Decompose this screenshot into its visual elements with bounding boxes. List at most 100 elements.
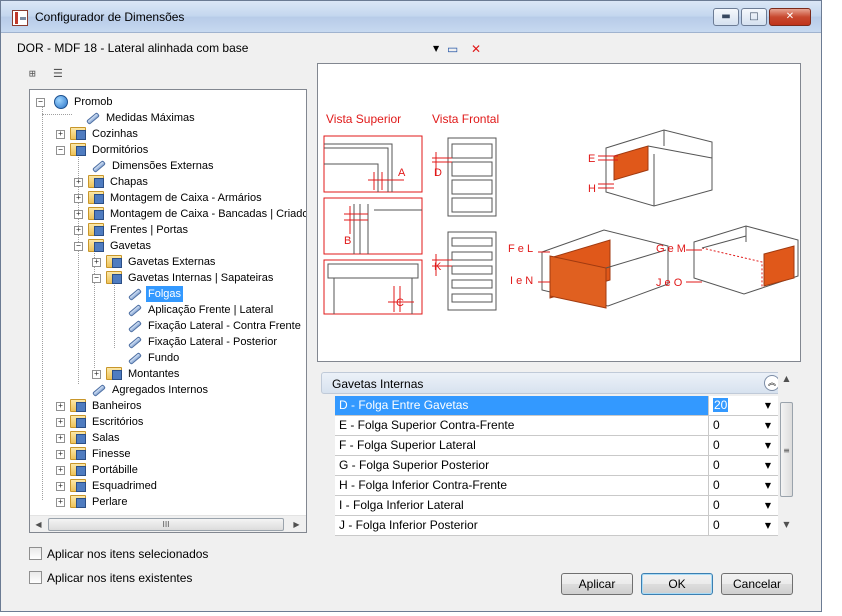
property-vertical-scrollbar[interactable]: ▲ ≡ ▼ — [778, 370, 795, 533]
dropdown-arrow-icon[interactable]: ▼ — [759, 416, 777, 435]
svg-text:J e O: J e O — [656, 277, 683, 289]
expand-icon[interactable]: + — [56, 466, 65, 475]
scroll-left-icon[interactable]: ◀ — [30, 518, 47, 531]
maximize-button[interactable]: □ — [741, 8, 767, 26]
property-value[interactable]: 0 — [711, 436, 757, 455]
folder-icon — [70, 127, 86, 140]
app-icon — [12, 10, 28, 26]
collapse-icon[interactable]: − — [56, 146, 65, 155]
expand-icon[interactable]: + — [74, 178, 83, 187]
clearance-diagram-svg: Vista Superior Vista Frontal A B C D K E… — [323, 112, 799, 315]
pencil-icon — [92, 160, 106, 173]
vista-frontal-title: Vista Frontal — [432, 112, 499, 126]
dropdown-arrow-icon[interactable]: ▼ — [759, 476, 777, 495]
expand-icon[interactable]: + — [92, 370, 101, 379]
scroll-up-icon[interactable]: ▲ — [780, 374, 793, 383]
globe-icon — [54, 95, 68, 109]
pencil-icon — [128, 320, 142, 333]
apply-selected-label: Aplicar nos itens selecionados — [47, 547, 209, 561]
profile-bar: DOR - MDF 18 - Lateral alinhada com base… — [1, 34, 821, 60]
tree-expand-icon[interactable]: ⊞ — [29, 67, 36, 80]
expand-icon[interactable]: + — [56, 402, 65, 411]
delete-profile-icon[interactable]: ✕ — [471, 42, 481, 56]
expand-icon[interactable]: + — [74, 226, 83, 235]
property-value[interactable]: 0 — [711, 476, 757, 495]
property-value[interactable]: 0 — [711, 416, 757, 435]
property-value[interactable]: 0 — [711, 516, 757, 535]
collapse-icon[interactable]: − — [74, 242, 83, 251]
window-title: Configurador de Dimensões — [35, 10, 185, 24]
svg-text:A: A — [398, 167, 406, 179]
dropdown-arrow-icon[interactable]: ▼ — [759, 396, 777, 415]
minimize-button[interactable]: ▬ — [713, 8, 739, 26]
folder-icon — [88, 207, 104, 220]
ok-button[interactable]: OK — [641, 573, 713, 595]
cancel-button[interactable]: Cancelar — [721, 573, 793, 595]
category-tree[interactable]: − Promob Medidas Máximas + Cozinhas − Do… — [29, 89, 307, 533]
property-value[interactable]: 0 — [711, 456, 757, 475]
folder-icon — [70, 479, 86, 492]
apply-selected-checkbox[interactable] — [29, 547, 42, 560]
expand-icon[interactable]: + — [92, 258, 101, 267]
svg-text:C: C — [396, 297, 404, 309]
svg-text:K: K — [434, 261, 442, 273]
property-row[interactable]: D - Folga Entre Gavetas 20 ▼ — [335, 396, 778, 416]
property-row[interactable]: I - Folga Inferior Lateral 0 ▼ — [335, 496, 778, 516]
pencil-icon — [86, 112, 100, 125]
apply-existing-label: Aplicar nos itens existentes — [47, 571, 193, 585]
property-value[interactable]: 20 — [711, 396, 757, 415]
expand-icon[interactable]: + — [56, 418, 65, 427]
scroll-thumb[interactable]: ≡ — [780, 402, 793, 497]
apply-existing-checkbox[interactable] — [29, 571, 42, 584]
property-row[interactable]: E - Folga Superior Contra-Frente 0 ▼ — [335, 416, 778, 436]
pencil-icon — [128, 336, 142, 349]
svg-text:G e M: G e M — [656, 243, 686, 255]
profile-dropdown-icon[interactable]: ▼ — [433, 44, 439, 53]
folder-icon — [70, 447, 86, 460]
dropdown-arrow-icon[interactable]: ▼ — [759, 456, 777, 475]
expand-icon[interactable]: + — [56, 130, 65, 139]
expand-icon[interactable]: + — [56, 434, 65, 443]
expand-icon[interactable]: + — [56, 482, 65, 491]
folder-icon — [106, 367, 122, 380]
pencil-icon — [92, 384, 106, 397]
expand-icon[interactable]: + — [56, 450, 65, 459]
tree-list-icon[interactable]: ☰ — [53, 67, 63, 80]
vista-superior-title: Vista Superior — [326, 112, 401, 126]
property-row[interactable]: H - Folga Inferior Contra-Frente 0 ▼ — [335, 476, 778, 496]
property-rows: D - Folga Entre Gavetas 20 ▼ E - Folga S… — [335, 396, 778, 536]
edit-profile-icon[interactable]: ▭ — [447, 42, 458, 56]
tree-horizontal-scrollbar[interactable]: ◀ III ▶ — [30, 515, 306, 532]
scroll-down-icon[interactable]: ▼ — [780, 520, 793, 529]
property-row[interactable]: J - Folga Inferior Posterior 0 ▼ — [335, 516, 778, 536]
title-bar[interactable]: Configurador de Dimensões ▬ □ ✕ — [1, 1, 821, 33]
svg-text:F e L: F e L — [508, 243, 533, 255]
expand-icon[interactable]: + — [74, 210, 83, 219]
dropdown-arrow-icon[interactable]: ▼ — [759, 496, 777, 515]
svg-text:I e N: I e N — [510, 275, 533, 287]
scroll-thumb[interactable]: III — [48, 518, 284, 531]
folder-icon — [70, 431, 86, 444]
dropdown-arrow-icon[interactable]: ▼ — [759, 436, 777, 455]
expand-icon[interactable]: + — [56, 498, 65, 507]
folder-icon — [70, 143, 86, 156]
folder-icon — [70, 463, 86, 476]
folder-icon — [106, 271, 122, 284]
collapse-icon[interactable]: − — [92, 274, 101, 283]
group-header[interactable]: Gavetas Internas ︽ — [321, 372, 787, 394]
pencil-icon — [128, 288, 142, 301]
folder-icon — [88, 191, 104, 204]
expand-icon[interactable]: + — [74, 194, 83, 203]
apply-button[interactable]: Aplicar — [561, 573, 633, 595]
collapse-icon[interactable]: − — [36, 98, 45, 107]
dropdown-arrow-icon[interactable]: ▼ — [759, 516, 777, 535]
close-button[interactable]: ✕ — [769, 8, 811, 26]
folder-icon — [88, 175, 104, 188]
property-row[interactable]: G - Folga Superior Posterior 0 ▼ — [335, 456, 778, 476]
folder-icon — [70, 415, 86, 428]
scroll-right-icon[interactable]: ▶ — [288, 518, 305, 531]
profile-select[interactable]: DOR - MDF 18 - Lateral alinhada com base — [17, 41, 248, 55]
property-value[interactable]: 0 — [711, 496, 757, 515]
folder-icon — [70, 399, 86, 412]
property-row[interactable]: F - Folga Superior Lateral 0 ▼ — [335, 436, 778, 456]
